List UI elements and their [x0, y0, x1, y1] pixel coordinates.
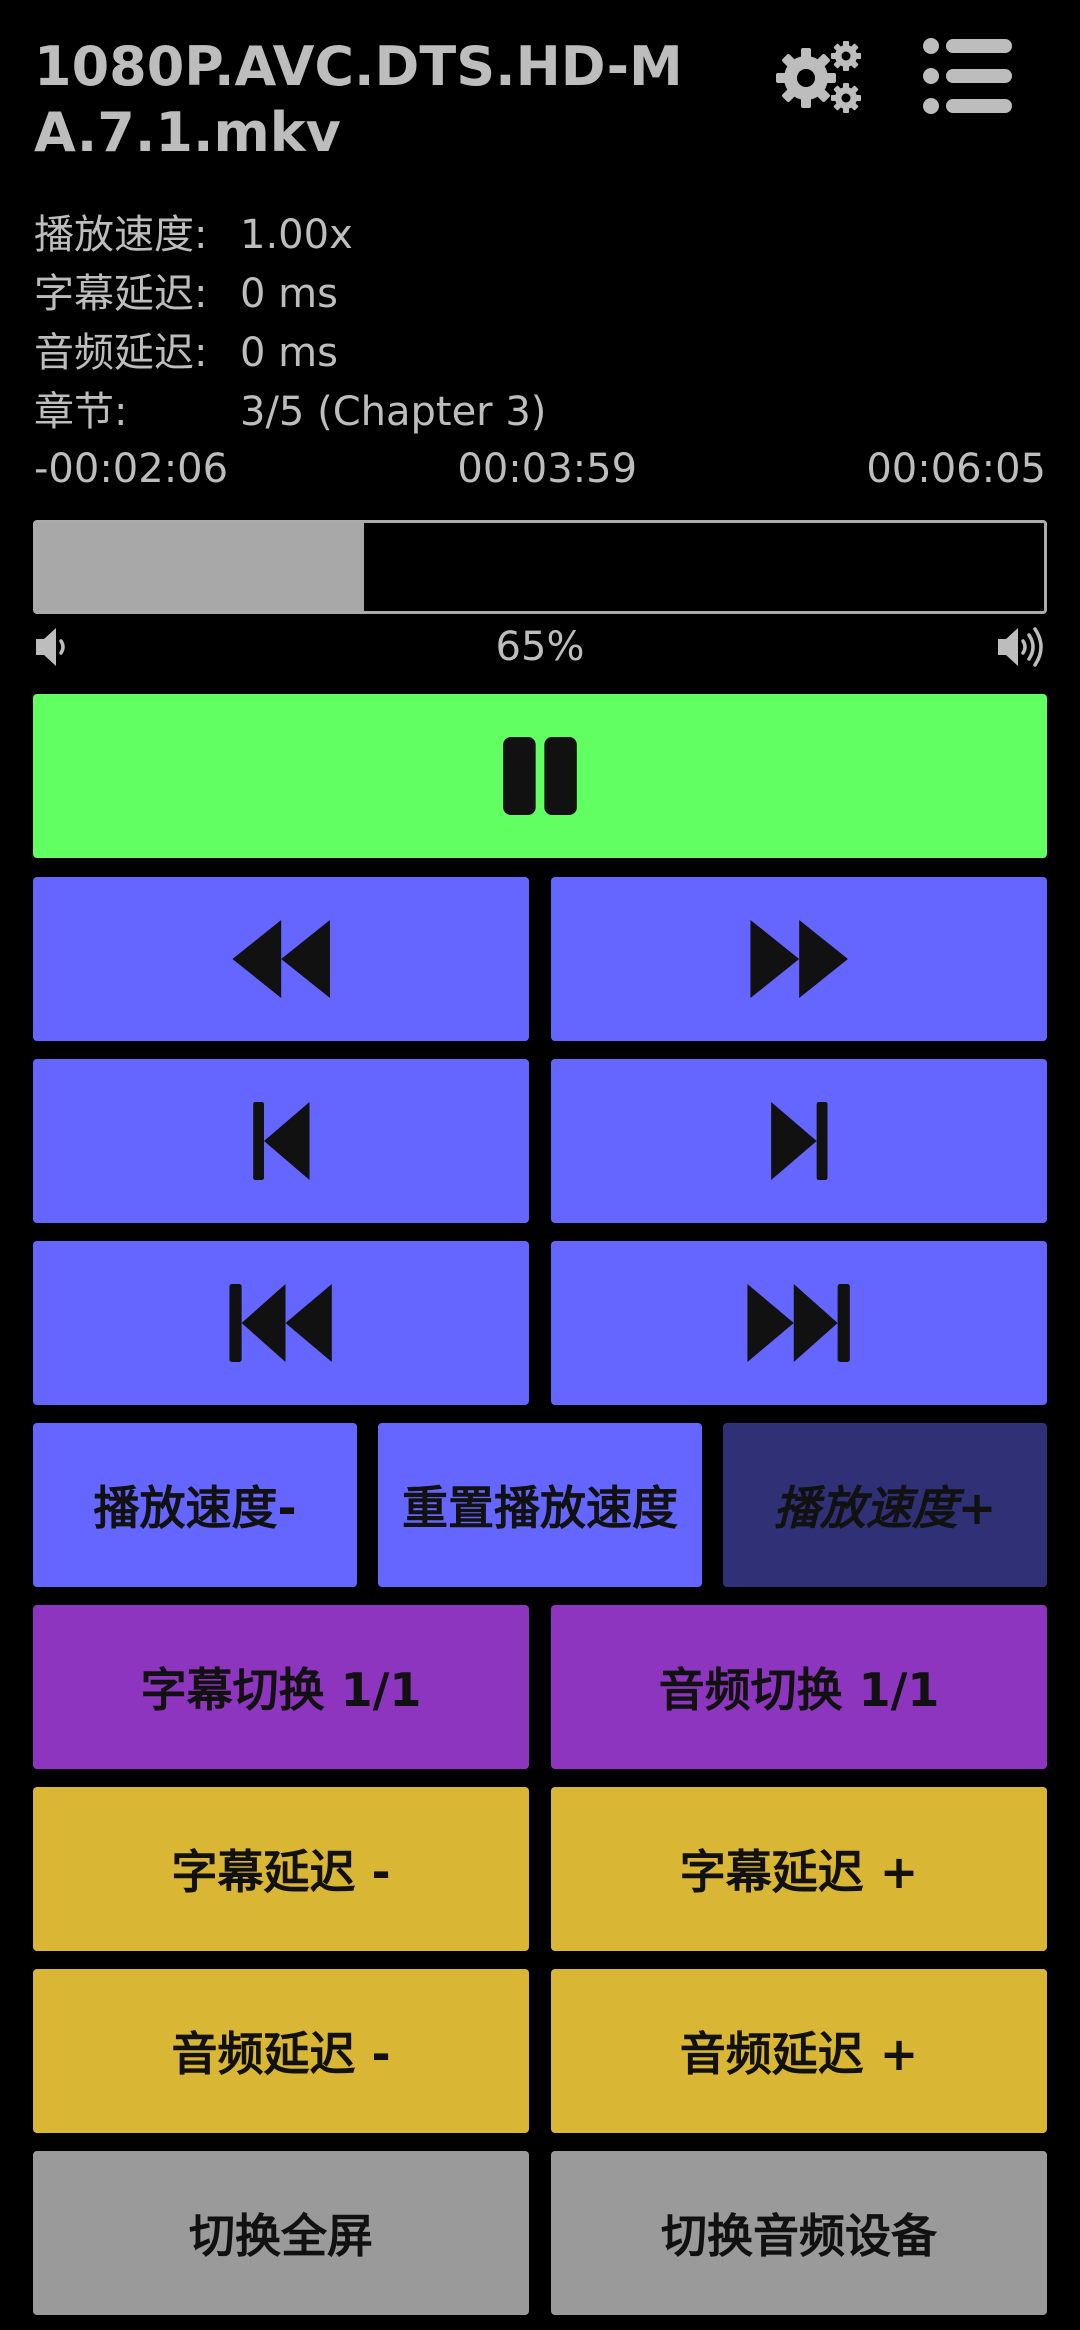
- info-value: 3/5 (Chapter 3): [240, 389, 547, 435]
- info-value: 0 ms: [240, 330, 338, 376]
- skip-next-icon: [747, 1284, 851, 1362]
- remaining-time: -00:02:06: [34, 446, 229, 492]
- volume-percent: 65%: [495, 624, 585, 670]
- total-time: 00:06:05: [866, 446, 1046, 492]
- next-file-button[interactable]: [551, 1241, 1047, 1405]
- info-label: 播放速度:: [34, 212, 208, 258]
- info-label: 字幕延迟:: [34, 271, 208, 317]
- gears-icon[interactable]: [768, 36, 868, 116]
- fast-forward-icon: [750, 920, 848, 998]
- subtitle-delay-plus-button[interactable]: 字幕延迟 +: [551, 1787, 1047, 1951]
- player-remote-screen: 1080P.AVC.DTS.HD-MA.7.1.mkv 播放速度: 1.00x …: [0, 0, 1080, 2330]
- time-row: -00:02:06 00:03:59 00:06:05: [34, 446, 1046, 492]
- next-chapter-button[interactable]: [551, 1059, 1047, 1223]
- audio-delay-minus-button[interactable]: 音频延迟 -: [33, 1969, 529, 2133]
- speed-down-button[interactable]: 播放速度-: [33, 1423, 357, 1587]
- info-value: 0 ms: [240, 271, 338, 317]
- audio-delay-plus-button[interactable]: 音频延迟 +: [551, 1969, 1047, 2133]
- previous-chapter-button[interactable]: [33, 1059, 529, 1223]
- skip-previous-icon: [229, 1284, 333, 1362]
- volume-slider-fill: [36, 523, 364, 611]
- pause-button[interactable]: [33, 694, 1047, 858]
- list-icon[interactable]: [922, 36, 1014, 116]
- file-title: 1080P.AVC.DTS.HD-MA.7.1.mkv: [34, 35, 683, 164]
- info-row-audio-delay: 音频延迟: 0 ms: [34, 324, 546, 383]
- pause-icon: [503, 737, 577, 815]
- info-row-chapter: 章节: 3/5 (Chapter 3): [34, 383, 546, 442]
- rewind-button[interactable]: [33, 877, 529, 1041]
- volume-slider[interactable]: [33, 520, 1047, 614]
- audio-switch-button[interactable]: 音频切换 1/1: [551, 1605, 1047, 1769]
- rewind-icon: [232, 920, 330, 998]
- volume-high-icon: [996, 624, 1046, 670]
- previous-file-button[interactable]: [33, 1241, 529, 1405]
- fast-forward-button[interactable]: [551, 877, 1047, 1041]
- info-label: 章节:: [34, 389, 128, 435]
- subtitle-switch-button[interactable]: 字幕切换 1/1: [33, 1605, 529, 1769]
- info-row-subtitle-delay: 字幕延迟: 0 ms: [34, 265, 546, 324]
- info-row-speed: 播放速度: 1.00x: [34, 206, 546, 265]
- volume-row: 65%: [34, 620, 1046, 674]
- subtitle-delay-minus-button[interactable]: 字幕延迟 -: [33, 1787, 529, 1951]
- playback-info: 播放速度: 1.00x 字幕延迟: 0 ms 音频延迟: 0 ms 章节: 3/…: [34, 206, 546, 442]
- info-label: 音频延迟:: [34, 330, 208, 376]
- current-time: 00:03:59: [457, 446, 638, 492]
- step-back-icon: [252, 1102, 310, 1180]
- audio-device-button[interactable]: 切换音频设备: [551, 2151, 1047, 2315]
- speed-up-button[interactable]: 播放速度+: [723, 1423, 1047, 1587]
- fullscreen-button[interactable]: 切换全屏: [33, 2151, 529, 2315]
- step-forward-icon: [770, 1102, 828, 1180]
- info-value: 1.00x: [240, 212, 353, 258]
- speed-reset-button[interactable]: 重置播放速度: [378, 1423, 702, 1587]
